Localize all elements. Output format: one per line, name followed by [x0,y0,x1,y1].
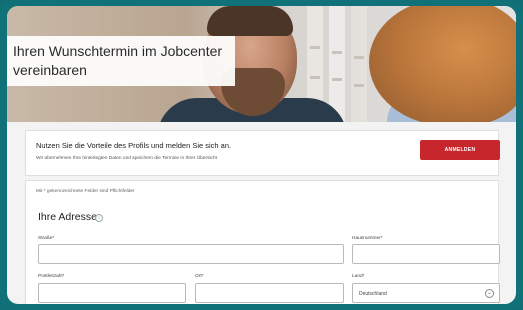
country-select[interactable]: Deutschland ⌄ [352,283,500,303]
country-select-value: Deutschland [359,291,387,297]
zip-label: Postleitzahl* [38,274,65,279]
city-label: Ort* [195,274,204,279]
login-panel: Nutzen Sie die Vorteile des Profils und … [25,130,500,176]
address-form: Mit * gekennzeichnete Felder sind Pflich… [25,180,500,304]
street-label: Straße* [38,236,55,241]
login-panel-title: Nutzen Sie die Vorteile des Profils und … [36,141,232,150]
page-title: Ihren Wunschtermin im Jobcenter vereinba… [7,36,235,86]
section-title: Ihre Adresse [38,211,97,223]
required-fields-note: Mit * gekennzeichnete Felder sind Pflich… [36,189,135,194]
info-icon[interactable]: i [95,214,103,222]
zip-field[interactable] [38,283,186,303]
house-number-label: Hausnummer* [352,236,383,241]
background-shelf [329,6,345,122]
hero-photo-man-hair [207,6,293,36]
login-button[interactable]: ANMELDEN [420,140,500,160]
country-label: Land* [352,274,365,279]
hero-photo-woman-hair [369,6,516,122]
house-number-field[interactable] [352,244,500,264]
login-panel-subtitle: Wir übernehmen Ihre hinterlegten Daten u… [36,156,217,161]
chevron-down-icon: ⌄ [485,289,494,298]
background-shelf [351,6,367,122]
hero-banner: Ihren Wunschtermin im Jobcenter vereinba… [7,6,516,122]
street-field[interactable] [38,244,344,264]
screen: Ihren Wunschtermin im Jobcenter vereinba… [7,6,516,304]
city-field[interactable] [195,283,344,303]
